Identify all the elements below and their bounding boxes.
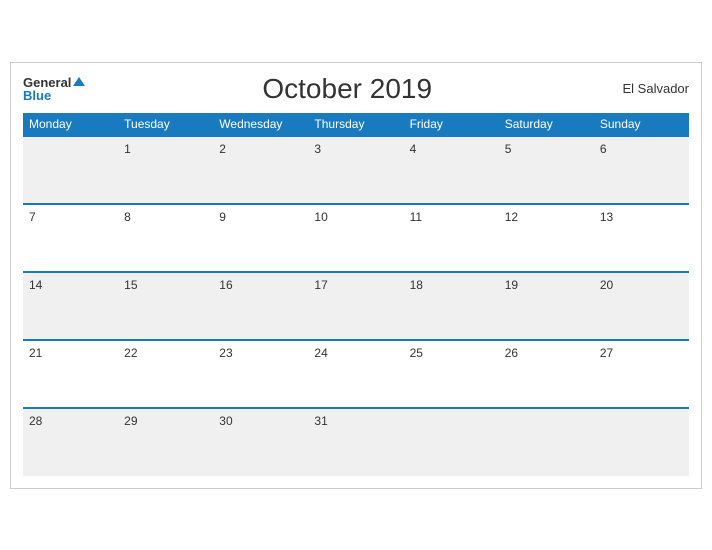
calendar-header: General Blue October 2019 El Salvador [23,73,689,105]
calendar-body: 1234567891011121314151617181920212223242… [23,136,689,476]
calendar-week-row: 789 10 11 12 13 [23,204,689,272]
calendar-day-cell: 14 [23,272,118,340]
day-number: 12 [505,210,588,224]
day-number: 7 [29,210,112,224]
day-number: 18 [410,278,493,292]
weekday-header-row: MondayTuesdayWednesdayThursdayFridaySatu… [23,113,689,136]
day-number: 20 [600,278,683,292]
calendar-day-cell: 5 [499,136,594,204]
calendar-week-row: 14 15 16 17 18 19 20 [23,272,689,340]
calendar-day-cell: 10 [308,204,403,272]
calendar: General Blue October 2019 El Salvador Mo… [10,62,702,489]
day-number: 29 [124,414,207,428]
calendar-day-cell: 15 [118,272,213,340]
calendar-day-cell: 31 [308,408,403,476]
month-title: October 2019 [85,73,609,105]
day-number: 31 [314,414,397,428]
day-number: 28 [29,414,112,428]
logo-general-line: General [23,76,85,89]
calendar-day-cell: 20 [594,272,689,340]
calendar-day-cell: 23 [213,340,308,408]
calendar-day-cell: 25 [404,340,499,408]
weekday-header-thursday: Thursday [308,113,403,136]
day-number: 30 [219,414,302,428]
day-number: 22 [124,346,207,360]
calendar-week-row: 123456 [23,136,689,204]
calendar-day-cell: 9 [213,204,308,272]
calendar-day-cell: 21 [23,340,118,408]
calendar-day-cell: 4 [404,136,499,204]
calendar-header-row: MondayTuesdayWednesdayThursdayFridaySatu… [23,113,689,136]
logo-general-text: General [23,76,71,89]
day-number: 14 [29,278,112,292]
day-number: 19 [505,278,588,292]
calendar-day-cell: 11 [404,204,499,272]
calendar-day-cell: 12 [499,204,594,272]
calendar-day-cell: 29 [118,408,213,476]
day-number: 4 [410,142,493,156]
calendar-day-cell: 28 [23,408,118,476]
calendar-week-row: 21 22 23 24 25 26 27 [23,340,689,408]
day-number: 8 [124,210,207,224]
day-number: 16 [219,278,302,292]
calendar-day-cell: 26 [499,340,594,408]
logo: General Blue [23,76,85,102]
day-number: 21 [29,346,112,360]
calendar-day-cell: 16 [213,272,308,340]
weekday-header-friday: Friday [404,113,499,136]
calendar-day-cell: 24 [308,340,403,408]
calendar-day-cell [594,408,689,476]
logo-blue-text: Blue [23,89,85,102]
weekday-header-monday: Monday [23,113,118,136]
day-number: 1 [124,142,207,156]
calendar-day-cell: 6 [594,136,689,204]
day-number: 3 [314,142,397,156]
calendar-day-cell: 22 [118,340,213,408]
day-number: 25 [410,346,493,360]
calendar-week-row: 28 29 30 31 [23,408,689,476]
day-number: 15 [124,278,207,292]
calendar-day-cell [404,408,499,476]
weekday-header-saturday: Saturday [499,113,594,136]
calendar-day-cell: 2 [213,136,308,204]
weekday-header-wednesday: Wednesday [213,113,308,136]
day-number: 5 [505,142,588,156]
day-number: 17 [314,278,397,292]
calendar-day-cell [499,408,594,476]
calendar-day-cell: 1 [118,136,213,204]
calendar-day-cell: 3 [308,136,403,204]
day-number: 11 [410,210,493,224]
day-number: 13 [600,210,683,224]
day-number: 6 [600,142,683,156]
day-number: 10 [314,210,397,224]
calendar-day-cell: 13 [594,204,689,272]
day-number: 23 [219,346,302,360]
calendar-day-cell [23,136,118,204]
day-number: 27 [600,346,683,360]
calendar-table: MondayTuesdayWednesdayThursdayFridaySatu… [23,113,689,476]
calendar-day-cell: 8 [118,204,213,272]
logo-triangle-icon [73,77,85,86]
weekday-header-sunday: Sunday [594,113,689,136]
day-number: 24 [314,346,397,360]
calendar-day-cell: 7 [23,204,118,272]
calendar-day-cell: 30 [213,408,308,476]
day-number: 26 [505,346,588,360]
country-label: El Salvador [609,81,689,96]
calendar-day-cell: 18 [404,272,499,340]
calendar-day-cell: 27 [594,340,689,408]
weekday-header-tuesday: Tuesday [118,113,213,136]
day-number: 2 [219,142,302,156]
calendar-day-cell: 19 [499,272,594,340]
day-number: 9 [219,210,302,224]
calendar-day-cell: 17 [308,272,403,340]
